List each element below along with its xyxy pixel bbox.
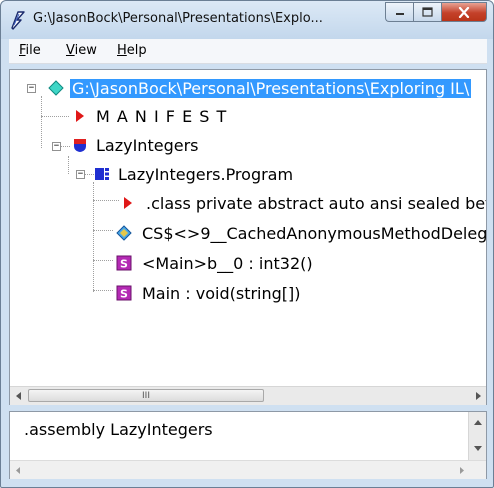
tree-line <box>93 290 113 291</box>
info-horizontal-scrollbar[interactable] <box>10 460 486 479</box>
menu-help-accel: H <box>117 43 127 58</box>
tree-line <box>68 156 69 174</box>
scroll-up-button[interactable] <box>469 414 486 432</box>
blue-shield-icon <box>74 139 86 152</box>
arrow-up-icon <box>473 420 482 425</box>
info-pane[interactable]: .assembly LazyIntegers <box>9 411 487 479</box>
scroll-thumb-grip: III <box>142 390 150 401</box>
red-triangle-icon <box>124 197 132 209</box>
info-scroll-right-button[interactable] <box>453 461 470 479</box>
menu-view-accel: V <box>66 43 75 58</box>
tree-expander-class[interactable]: − <box>76 170 85 179</box>
svg-text:S: S <box>120 258 128 271</box>
tree-item-assembly[interactable]: LazyIntegers <box>72 133 198 157</box>
tree-item-manifest-label: M A N I F E S T <box>96 106 228 126</box>
menu-help-label: elp <box>126 43 147 58</box>
field-diamond-icon <box>116 225 132 241</box>
menu-view[interactable]: View <box>66 43 97 58</box>
ildasm-app-icon <box>11 11 25 30</box>
arrow-left-icon <box>16 466 20 474</box>
tree-line <box>93 182 94 292</box>
static-method-icon: S <box>116 285 132 301</box>
tree-horizontal-scrollbar[interactable]: III <box>10 386 486 405</box>
info-scroll-left-button[interactable] <box>10 461 27 479</box>
red-triangle-icon <box>76 110 84 122</box>
blue-class-icon <box>95 168 109 180</box>
arrow-right-icon <box>475 392 481 400</box>
close-icon <box>458 6 470 18</box>
tree-item-manifest[interactable]: M A N I F E S T <box>72 104 227 128</box>
app-window: G:\JasonBock\Personal\Presentations\Expl… <box>0 0 494 488</box>
maximize-icon <box>422 7 433 17</box>
window-title: G:\JasonBock\Personal\Presentations\Expl… <box>33 11 323 26</box>
tree-item-class[interactable]: LazyIntegers.Program <box>94 162 293 186</box>
scroll-thumb[interactable]: III <box>28 389 264 402</box>
menu-file-label: ile <box>25 43 41 58</box>
tree-view[interactable]: − − − G:\JasonBock\Personal\Presentation… <box>9 69 487 405</box>
cyan-diamond-icon <box>48 80 64 96</box>
menu-bar: File View Help <box>9 39 487 64</box>
tree-item-method-lambda[interactable]: S <Main>b__0 : int32() <box>116 251 313 275</box>
info-pane-text: .assembly LazyIntegers <box>24 420 213 439</box>
scroll-down-button[interactable] <box>469 440 486 458</box>
tree-item-class-decl-label: .class private abstract auto ansi sealed… <box>146 193 486 213</box>
menu-help[interactable]: Help <box>117 43 147 58</box>
arrow-left-icon <box>15 392 21 400</box>
scroll-left-button[interactable] <box>10 387 27 405</box>
tree-line <box>93 200 119 201</box>
tree-item-method-main-label: Main : void(string[]) <box>142 283 301 303</box>
tree-item-class-label: LazyIntegers.Program <box>118 164 294 184</box>
tree-item-field[interactable]: CS$<>9__CachedAnonymousMethodDelegate1 <box>116 221 487 245</box>
tree-item-root[interactable]: G:\JasonBock\Personal\Presentations\Expl… <box>48 76 472 100</box>
tree-item-method-lambda-label: <Main>b__0 : int32() <box>142 253 313 273</box>
tree-item-assembly-label: LazyIntegers <box>96 135 199 155</box>
svg-text:S: S <box>120 288 128 301</box>
tree-line <box>93 260 113 261</box>
info-vertical-scrollbar[interactable] <box>468 412 486 460</box>
minimize-icon <box>395 13 404 15</box>
window-controls <box>385 2 487 24</box>
tree-line <box>93 230 113 231</box>
arrow-right-icon <box>460 466 464 474</box>
close-button[interactable] <box>441 2 487 22</box>
menu-view-label: iew <box>74 43 97 58</box>
tree-expander-root[interactable]: − <box>27 84 36 93</box>
tree-item-field-label: CS$<>9__CachedAnonymousMethodDelegate1 <box>142 223 487 243</box>
static-method-icon: S <box>116 255 132 271</box>
scroll-right-button[interactable] <box>469 387 486 405</box>
title-bar[interactable]: G:\JasonBock\Personal\Presentations\Expl… <box>1 1 493 39</box>
tree-line <box>41 96 42 148</box>
menu-file[interactable]: File <box>19 43 41 58</box>
arrow-down-icon <box>473 446 482 451</box>
minimize-button[interactable] <box>385 2 413 22</box>
tree-line <box>41 116 69 117</box>
tree-item-method-main[interactable]: S Main : void(string[]) <box>116 281 301 305</box>
maximize-button[interactable] <box>413 2 441 22</box>
tree-expander-assembly[interactable]: − <box>52 142 61 151</box>
tree-item-root-label: G:\JasonBock\Personal\Presentations\Expl… <box>70 78 472 98</box>
tree-item-class-decl[interactable]: .class private abstract auto ansi sealed… <box>120 191 486 215</box>
